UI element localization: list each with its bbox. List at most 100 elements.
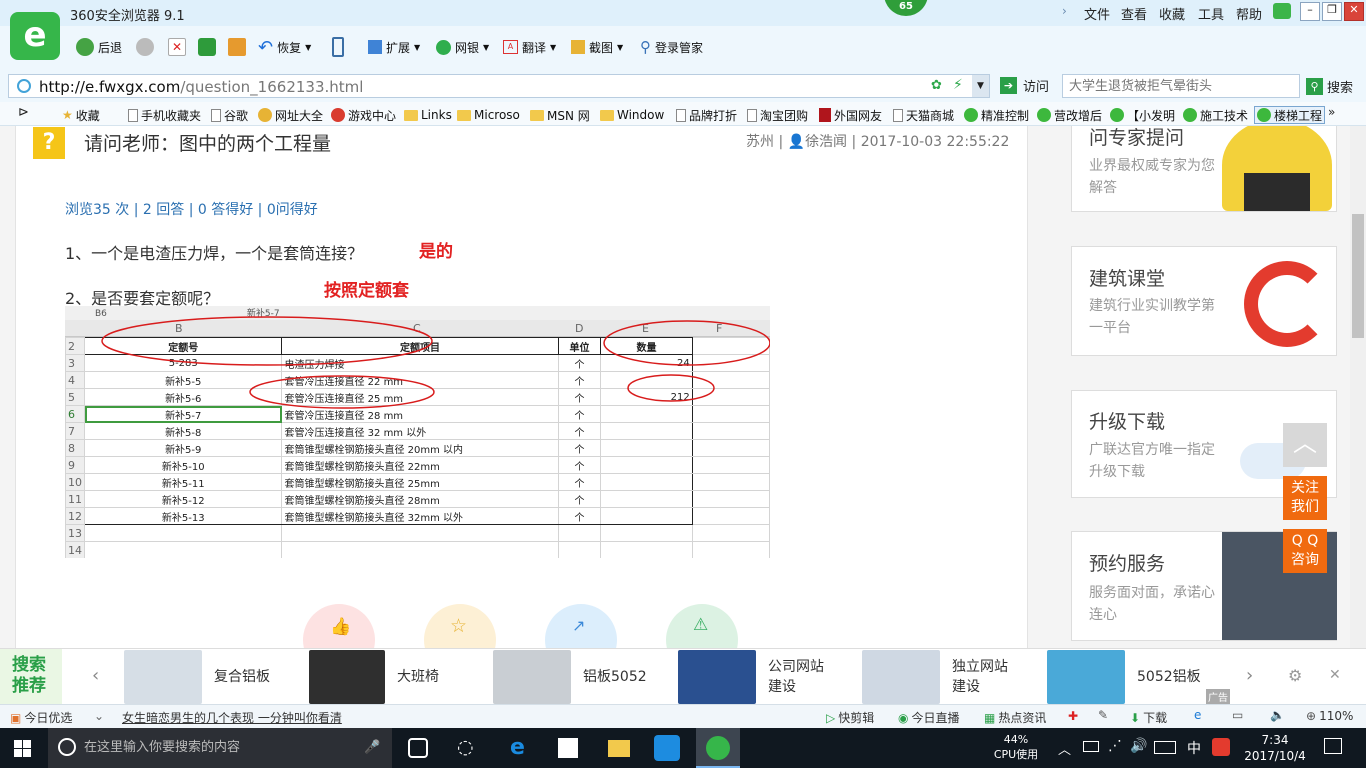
spreadsheet-image[interactable]: B6 新补5-7 B C D E F 2 定额号 定额项目 单位 数量 3 5-28… [65, 306, 770, 558]
back-button[interactable]: 后退 [76, 34, 122, 60]
search-input[interactable] [1062, 74, 1300, 98]
card-ask-expert[interactable]: 问专家提问 业界最权威专家为您解答 [1071, 126, 1337, 212]
fav-microsoft[interactable]: Microso [457, 106, 520, 124]
lightning-icon[interactable]: ⚡ [953, 77, 963, 93]
prev-arrow-icon[interactable]: ‹ [92, 665, 99, 686]
card-classroom[interactable]: 建筑课堂 建筑行业实训教学第一平台 [1071, 246, 1337, 356]
downloads[interactable]: ⬇ 下载 [1130, 709, 1167, 726]
app-swirl-icon[interactable]: ◌ [457, 736, 474, 758]
stop-button[interactable]: ✕ [168, 34, 186, 60]
ad-item[interactable]: 公司网站建设 [678, 649, 828, 705]
back-to-top-button[interactable]: ︿ [1283, 423, 1327, 467]
cpu-meter[interactable]: 44% CPU使用 [988, 732, 1044, 762]
restore-button[interactable]: ❐ [1322, 2, 1342, 21]
screenshot-button[interactable]: 截图 ▼ [571, 34, 623, 60]
speed-badge[interactable]: 65 [884, 0, 928, 16]
news-headline[interactable]: 女生暗恋男生的几个表现 一分钟叫你看清 [122, 709, 342, 726]
like-button[interactable]: 👍 [303, 604, 375, 648]
close-button[interactable]: ✕ [1344, 2, 1364, 21]
ad-item[interactable]: 复合铝板 [124, 649, 270, 705]
fav-windows[interactable]: Window [600, 106, 664, 124]
bank-button[interactable]: 网银 ▼ [436, 34, 489, 60]
minimize-button[interactable]: – [1300, 2, 1320, 21]
favorite-button[interactable]: ☆ [424, 604, 496, 648]
fav-1[interactable]: 精准控制 [964, 106, 1029, 124]
sogou-icon[interactable] [1212, 738, 1230, 756]
settings-gear-icon[interactable]: ⚙ [1288, 666, 1302, 685]
phone-button[interactable] [332, 34, 344, 60]
microphone-icon[interactable]: 🎤 [364, 728, 380, 768]
scrollbar[interactable] [1350, 126, 1366, 648]
clock[interactable]: 7:34 2017/10/4 [1240, 732, 1310, 764]
login-manager-button[interactable]: ⚲ 登录管家 [640, 34, 703, 60]
fav-tmall[interactable]: 天猫商城 [893, 106, 954, 124]
fav-5[interactable]: 楼梯工程 [1254, 106, 1326, 124]
fav-hao[interactable]: 网址大全 [258, 106, 323, 124]
quick-edit[interactable]: ▷ 快剪辑 [826, 709, 874, 726]
speaker-icon[interactable]: 🔊 [1130, 738, 1147, 754]
today-picks[interactable]: ▣ 今日优选 [10, 709, 72, 726]
ad-item[interactable]: 大班椅 [309, 649, 439, 705]
store-icon[interactable] [558, 738, 578, 758]
address-url[interactable]: http://e.fwxgx.com/question_1662133.html [39, 78, 363, 96]
fav-foreign[interactable]: 外国网友 [819, 106, 882, 124]
ad-item[interactable]: 5052铝板 [1047, 649, 1201, 705]
edge-icon[interactable]: e [510, 735, 525, 760]
address-bar[interactable]: http://e.fwxgx.com/question_1662133.html… [8, 74, 990, 98]
window-icon[interactable]: ▭ [1232, 708, 1243, 722]
windows-start-icon[interactable] [14, 740, 31, 757]
menu-arrow-icon[interactable]: › [1062, 4, 1067, 18]
forward-button[interactable] [136, 34, 154, 60]
menu-file[interactable]: 文件 [1084, 4, 1110, 23]
live-today[interactable]: ◉ 今日直播 [898, 709, 960, 726]
fav-4[interactable]: 施工技术 [1183, 106, 1248, 124]
chevron-down-icon[interactable]: ⌄ [94, 709, 104, 723]
volume-icon[interactable]: 🔈 [1270, 708, 1285, 722]
extensions-button[interactable]: 扩展 ▼ [368, 34, 420, 60]
author[interactable]: 徐浩闻 [805, 134, 847, 150]
fav-brand-sale[interactable]: 品牌打折 [676, 106, 737, 124]
qq-consult-button[interactable]: Q Q咨询 [1283, 529, 1327, 573]
taskbar-search[interactable]: 在这里输入你要搜索的内容 🎤 [48, 728, 392, 768]
report-button[interactable]: ⚠ [666, 604, 738, 648]
security-icon[interactable]: ✿ [931, 78, 942, 93]
ime-indicator[interactable]: 中 [1187, 738, 1201, 758]
refresh-button[interactable] [198, 34, 216, 60]
menu-help[interactable]: 帮助 [1236, 4, 1262, 23]
battery-icon[interactable] [1083, 741, 1099, 752]
ie-icon[interactable]: e [1194, 708, 1201, 722]
scrollbar-thumb[interactable] [1352, 214, 1364, 338]
keyboard-icon[interactable] [1154, 741, 1176, 754]
fav-taobao[interactable]: 淘宝团购 [747, 106, 808, 124]
pin-icon[interactable]: ✎ [1098, 708, 1108, 722]
go-button[interactable]: ➔ 访问 [1000, 76, 1049, 95]
fav-mobile[interactable]: 手机收藏夹 [128, 106, 201, 124]
menu-tools[interactable]: 工具 [1198, 4, 1224, 23]
share-button[interactable]: ↗ [545, 604, 617, 648]
fav-games[interactable]: 游戏中心 [331, 106, 396, 124]
fav-msn[interactable]: MSN 网 [530, 106, 590, 124]
skin-icon[interactable] [1273, 3, 1291, 19]
wifi-icon[interactable]: ⋰ [1108, 738, 1122, 754]
next-arrow-icon[interactable]: › [1246, 665, 1253, 686]
ad-item[interactable]: 独立网站建设 [862, 649, 1012, 705]
restore-tab-button[interactable]: ↶ 恢复 ▼ [258, 34, 311, 60]
sidebar-toggle-icon[interactable]: ⊳ [18, 105, 29, 120]
close-icon[interactable]: ✕ [1329, 667, 1341, 683]
search-button[interactable]: ⚲ 搜索 [1306, 77, 1353, 96]
fav-2[interactable]: 营改增后 [1037, 106, 1102, 124]
browser-taskbar-item[interactable] [696, 728, 740, 768]
zoom-level[interactable]: ⊕ 110% [1306, 709, 1353, 723]
tray-expand-icon[interactable]: ︿ [1058, 739, 1071, 758]
translate-button[interactable]: A 翻译 ▼ [503, 34, 556, 60]
app-g-icon[interactable] [654, 735, 680, 761]
ad-item[interactable]: 铝板5052 [493, 649, 647, 705]
fav-links[interactable]: Links [404, 106, 452, 124]
address-dropdown-icon[interactable]: ▼ [972, 75, 989, 97]
menu-view[interactable]: 查看 [1121, 4, 1147, 23]
menu-favorites[interactable]: 收藏 [1159, 4, 1185, 23]
notifications-icon[interactable] [1324, 738, 1342, 754]
explorer-folder-icon[interactable] [608, 740, 630, 757]
plus-icon[interactable]: ✚ [1068, 709, 1078, 723]
fav-google[interactable]: 谷歌 [211, 106, 248, 124]
